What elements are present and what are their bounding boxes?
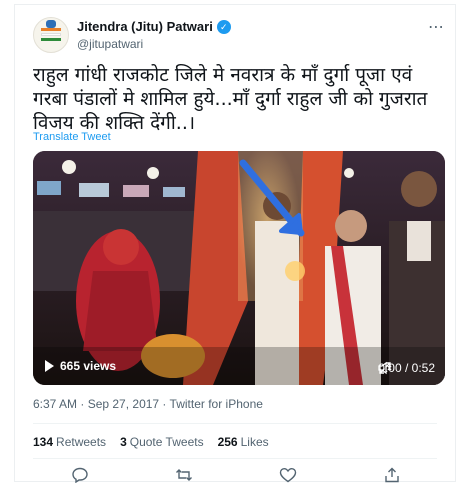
more-options-icon[interactable]: ⋯ [428,17,445,37]
quote-tweets-stat[interactable]: 3 Quote Tweets [120,435,204,449]
author-name-row: Jitendra (Jitu) Patwari ✓ [77,19,231,34]
logo-hand-shape [46,20,56,28]
play-icon[interactable] [45,360,54,372]
divider [33,423,437,424]
views-overlay: 665 views [45,359,116,373]
tweet-metadata[interactable]: 6:37 AM · Sep 27, 2017 · Twitter for iPh… [33,397,263,411]
likes-stat[interactable]: 256 Likes [218,435,269,449]
author-handle[interactable]: @jitupatwari [77,37,143,51]
tweet-text: राहुल गांधी राजकोट जिले मे नवरात्र के मा… [33,64,428,134]
avatar[interactable] [33,17,69,53]
action-bar [15,467,455,483]
reply-icon[interactable] [71,467,89,483]
tweet-header: Jitendra (Jitu) Patwari ✓ @jitupatwari ⋯ [33,17,453,53]
video-frame [33,151,445,385]
verified-icon: ✓ [216,19,231,34]
like-icon[interactable] [279,467,297,483]
video-controls: 0:00 / 0:52 [378,361,435,375]
views-count: 665 views [60,359,117,373]
retweet-icon[interactable] [175,467,193,483]
author-name[interactable]: Jitendra (Jitu) Patwari [77,19,213,34]
tweet-card: Jitendra (Jitu) Patwari ✓ @jitupatwari ⋯… [14,4,456,483]
retweets-stat[interactable]: 134 Retweets [33,435,106,449]
video-player[interactable]: 665 views 0:00 / 0:52 [33,151,445,385]
divider [33,458,437,459]
share-icon[interactable] [383,467,401,483]
fullscreen-icon[interactable] [378,361,392,375]
translate-tweet-link[interactable]: Translate Tweet [33,131,111,143]
engagement-stats: 134 Retweets 3 Quote Tweets 256 Likes [33,435,269,449]
